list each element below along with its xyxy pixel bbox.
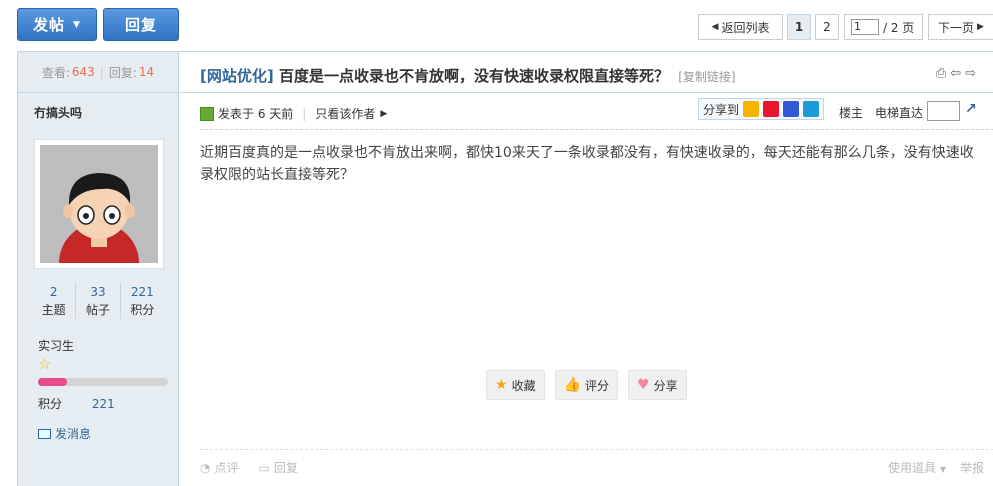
- footer-divider: [200, 449, 993, 450]
- rank-progress-fill: [38, 378, 67, 386]
- use-tools-link[interactable]: 使用道具 ▼: [888, 459, 946, 476]
- thread-title: [网站优化] 百度是一点收录也不肯放啊，没有快速收录权限直接等死？ [复制链接]: [200, 65, 736, 86]
- caret-right-icon: ▶: [380, 108, 388, 119]
- qzone-icon[interactable]: [743, 101, 760, 117]
- post-body: 近期百度真的是一点收录也不肯放出来啊，都快10来天了一条收录都没有，有快速收录的…: [200, 145, 974, 183]
- meta-divider: |: [302, 106, 307, 121]
- topics-stat[interactable]: 2 主题: [32, 283, 75, 319]
- chevron-down-icon: ▼: [939, 465, 946, 474]
- mail-icon: [38, 428, 51, 439]
- star-icon: ☆: [38, 355, 52, 373]
- send-message-label: 发消息: [55, 427, 92, 441]
- views-count: 643: [71, 65, 95, 79]
- print-icon[interactable]: ⎙: [936, 66, 950, 81]
- copy-link-button[interactable]: [复制链接]: [678, 70, 735, 84]
- avatar-cartoon-icon: [40, 145, 158, 263]
- star-icon: ★: [495, 377, 508, 393]
- post-meta: 发表于 6 天前 | 只看该作者 ▶: [200, 105, 387, 122]
- share-bar: 分享到: [698, 98, 825, 120]
- heart-icon: ♥: [637, 377, 650, 393]
- prev-thread-icon[interactable]: ⇦: [950, 66, 965, 81]
- next-thread-icon[interactable]: ⇨: [965, 66, 980, 81]
- reply-link[interactable]: ▭ 回复: [259, 459, 298, 476]
- page-number-input[interactable]: 1: [851, 19, 879, 35]
- favorite-label: 收藏: [511, 378, 536, 393]
- report-link[interactable]: 举报: [960, 459, 984, 476]
- author-name[interactable]: 冇搞头吗: [34, 104, 82, 121]
- rate-button[interactable]: 👍 评分: [554, 370, 619, 400]
- comment-label: 点评: [214, 461, 239, 475]
- favorite-button[interactable]: ★ 收藏: [486, 370, 545, 400]
- thread-title-text: 百度是一点收录也不肯放啊，没有快速收录权限直接等死？: [278, 67, 669, 85]
- post-frame: 查看: 643 | 回复: 14 冇搞头吗 2 主题 33 帖子 221 积分 …: [17, 51, 993, 486]
- weibo-icon[interactable]: [763, 101, 780, 117]
- floor-jump-input[interactable]: [927, 101, 960, 121]
- post-actions: ★ 收藏 👍 评分 ♥ 分享: [486, 370, 687, 400]
- floor-label: 楼主: [839, 106, 864, 120]
- new-post-label: 发帖: [33, 16, 66, 34]
- back-to-list-label: 返回列表: [721, 20, 770, 35]
- page-link-1[interactable]: 1: [787, 14, 811, 40]
- baidu-icon[interactable]: [783, 101, 800, 117]
- author-stats: 2 主题 33 帖子 221 积分: [32, 283, 164, 319]
- post-content: [网站优化] 百度是一点收录也不肯放啊，没有快速收录权限直接等死？ [复制链接]…: [180, 52, 993, 486]
- posted-time: 发表于 6 天前: [218, 107, 294, 121]
- new-post-button[interactable]: 发帖 ▼: [17, 8, 97, 41]
- author-sidebar: 查看: 643 | 回复: 14 冇搞头吗 2 主题 33 帖子 221 积分 …: [18, 52, 179, 486]
- page-jump: 1 / 2 页: [844, 14, 923, 40]
- comment-link[interactable]: ◔ 点评: [200, 459, 239, 476]
- replies-label: 回复:: [108, 65, 137, 80]
- next-page-label: 下一页: [938, 20, 975, 35]
- user-rank: 实习生: [38, 339, 75, 353]
- chevron-down-icon: ▼: [73, 19, 81, 30]
- reply-icon: ▭: [258, 461, 270, 475]
- topics-count: 2: [49, 285, 58, 299]
- back-to-list-button[interactable]: ◀ 返回列表: [698, 14, 783, 40]
- thread-stats: 查看: 643 | 回复: 14: [18, 52, 178, 93]
- floor-jump-label: 电梯直达: [875, 106, 924, 120]
- comment-icon: ◔: [200, 461, 211, 475]
- points-label: 积分: [38, 397, 63, 411]
- page-link-2[interactable]: 2: [815, 14, 839, 40]
- posts-stat[interactable]: 33 帖子: [75, 283, 119, 319]
- page-total-label: / 2 页: [883, 20, 915, 35]
- stats-divider: |: [99, 65, 104, 79]
- chevron-left-icon: ◀: [711, 22, 719, 32]
- share-label: 分享: [653, 378, 678, 393]
- title-tools: ⎙⇦⇨: [936, 66, 980, 81]
- online-status-icon: [200, 106, 214, 121]
- avatar[interactable]: [34, 139, 164, 269]
- thread-category[interactable]: [网站优化]: [200, 67, 274, 85]
- points-value: 221: [91, 397, 115, 411]
- jump-go-icon[interactable]: ↗: [965, 101, 977, 117]
- meta-divider-line: [200, 129, 993, 130]
- rate-label: 评分: [585, 378, 610, 393]
- posts-label: 帖子: [85, 303, 110, 317]
- tencent-weibo-icon[interactable]: [803, 101, 820, 117]
- next-page-button[interactable]: 下一页 ▶: [928, 14, 993, 40]
- reply-label: 回复: [273, 461, 298, 475]
- posts-count: 33: [90, 285, 106, 299]
- title-divider: [180, 92, 993, 93]
- points-row: 积分 221: [38, 395, 115, 412]
- credits-stat[interactable]: 221 积分: [119, 283, 164, 319]
- credits-label: 积分: [130, 303, 155, 317]
- send-message-link[interactable]: 发消息: [38, 425, 91, 442]
- topics-label: 主题: [41, 303, 66, 317]
- replies-count: 14: [138, 65, 155, 79]
- share-button[interactable]: ♥ 分享: [628, 370, 687, 400]
- credits-count: 221: [130, 285, 154, 299]
- post-footer-right: 使用道具 ▼ 举报: [888, 459, 984, 476]
- rank-progress-bar: [38, 378, 168, 386]
- chevron-right-icon: ▶: [977, 22, 984, 32]
- reply-button[interactable]: 回复: [103, 8, 179, 41]
- post-footer-left: ◔ 点评 ▭ 回复: [200, 459, 298, 476]
- use-tools-label: 使用道具: [887, 461, 936, 475]
- thumbs-up-icon: 👍: [563, 377, 582, 393]
- share-to-label: 分享到: [703, 102, 740, 117]
- only-author-link[interactable]: 只看该作者: [315, 105, 375, 122]
- views-label: 查看:: [41, 65, 70, 80]
